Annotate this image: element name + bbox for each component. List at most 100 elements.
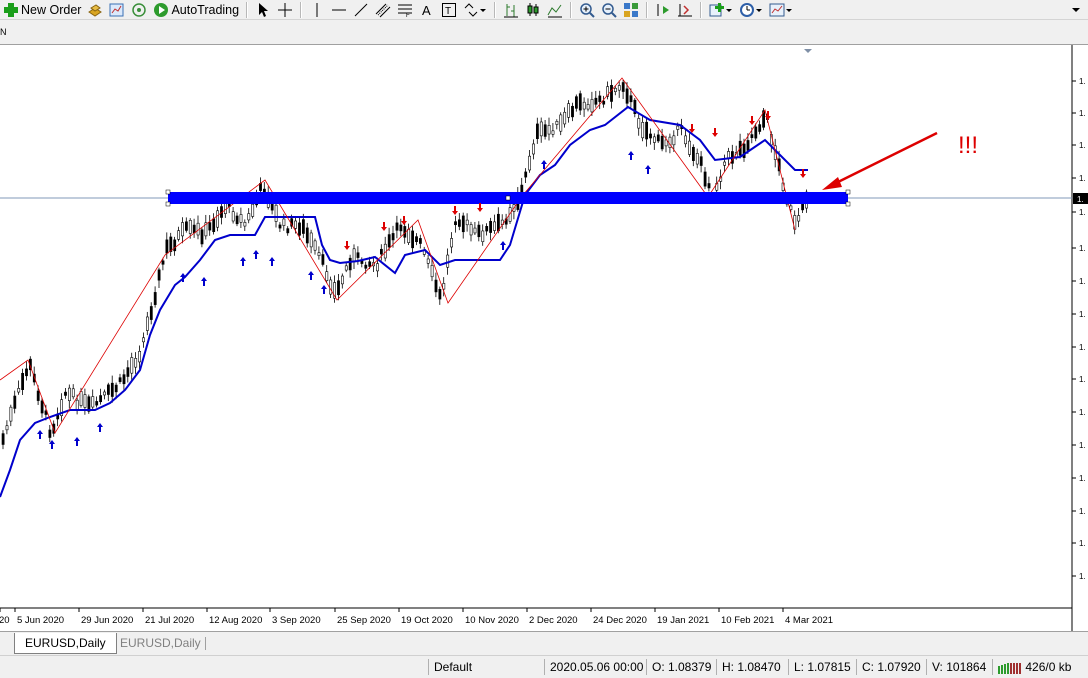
bear-candle bbox=[348, 257, 352, 271]
crosshair-tool[interactable] bbox=[274, 1, 296, 19]
text-tool[interactable]: A bbox=[416, 1, 438, 19]
bull-candle bbox=[376, 263, 379, 272]
zoom-in-button[interactable] bbox=[576, 1, 598, 19]
tab-eurusd-daily[interactable]: EURUSD,Daily bbox=[110, 633, 211, 653]
market-watch-button[interactable] bbox=[84, 1, 106, 19]
bear-candle bbox=[524, 171, 528, 178]
bear-candle bbox=[185, 221, 188, 231]
fibonacci-tool[interactable]: F bbox=[394, 1, 416, 19]
zoom-out-button[interactable] bbox=[598, 1, 620, 19]
cursor-tool[interactable] bbox=[252, 1, 274, 19]
bear-candle bbox=[169, 236, 173, 252]
candlestick-button[interactable] bbox=[522, 1, 544, 19]
templates-dropdown[interactable] bbox=[766, 1, 796, 19]
price-axis-label: 1. bbox=[1079, 441, 1086, 450]
price-axis-label: 1. bbox=[1079, 174, 1086, 183]
channel-tool[interactable] bbox=[372, 1, 394, 19]
tile-windows-button[interactable] bbox=[620, 1, 642, 19]
bull-candle bbox=[352, 248, 356, 263]
bear-candle bbox=[415, 236, 418, 243]
vertical-line-tool[interactable] bbox=[306, 1, 328, 19]
chart-shift-icon bbox=[655, 2, 671, 18]
band-handle bbox=[165, 189, 171, 195]
history-button[interactable] bbox=[106, 1, 128, 19]
bull-candle bbox=[83, 394, 87, 408]
connection-bars-icon bbox=[998, 662, 1022, 674]
bear-candle bbox=[535, 123, 539, 139]
bull-candle bbox=[71, 388, 75, 398]
time-axis-label: 19 Jan 2021 bbox=[657, 615, 709, 626]
time-axis-label: 5 Jun 2020 bbox=[17, 615, 64, 626]
new-order-button[interactable]: New Order bbox=[0, 1, 84, 19]
time-axis-label: 3 Sep 2020 bbox=[272, 615, 321, 626]
bull-candle bbox=[325, 271, 329, 281]
bear-candle bbox=[157, 269, 161, 281]
bear-candle bbox=[391, 233, 395, 241]
bull-candle bbox=[797, 215, 801, 222]
main-toolbar: New Order AutoTrading F A T bbox=[0, 0, 1088, 20]
bar-chart-button[interactable] bbox=[500, 1, 522, 19]
periods-dropdown[interactable] bbox=[736, 1, 766, 19]
bear-candle bbox=[21, 372, 25, 390]
toolbar-separator bbox=[246, 1, 249, 18]
chevron-down-icon bbox=[1071, 2, 1081, 18]
toolbar-separator bbox=[700, 1, 703, 18]
bear-candle bbox=[36, 390, 40, 401]
tab-eurusd-daily-active[interactable]: EURUSD,Daily bbox=[14, 633, 117, 654]
price-axis-label: 1. bbox=[1079, 343, 1086, 352]
bear-candle bbox=[578, 93, 582, 111]
bear-candle bbox=[457, 219, 461, 227]
bear-candle bbox=[379, 248, 383, 255]
time-axis-label: 20 bbox=[0, 615, 10, 626]
bear-candle bbox=[660, 135, 664, 150]
trendline-tool[interactable] bbox=[350, 1, 372, 19]
candlestick-icon bbox=[525, 2, 541, 18]
bull-candle bbox=[5, 425, 9, 431]
bull-candle bbox=[138, 351, 142, 363]
bull-candle bbox=[481, 230, 485, 243]
traffic-label: 426/0 kb bbox=[1025, 660, 1072, 674]
time-axis-label: 29 Jun 2020 bbox=[81, 615, 133, 626]
tab-divider bbox=[205, 637, 206, 650]
bear-candle bbox=[149, 306, 153, 320]
signals-button[interactable] bbox=[128, 1, 150, 19]
toolbar-fragment-label: N bbox=[0, 27, 7, 37]
bull-candle bbox=[181, 222, 184, 237]
price-axis-label: 1. bbox=[1079, 375, 1086, 384]
band-handle bbox=[845, 201, 851, 207]
bar-chart-icon bbox=[503, 2, 519, 18]
toolbar-options-button[interactable] bbox=[1068, 1, 1084, 19]
bull-candle bbox=[695, 153, 699, 165]
bear-candle bbox=[758, 124, 762, 132]
indicators-dropdown[interactable] bbox=[706, 1, 736, 19]
price-axis-label: 1. bbox=[1079, 77, 1086, 86]
bull-candle bbox=[317, 252, 321, 256]
bear-candle bbox=[161, 260, 165, 265]
bear-candle bbox=[485, 226, 489, 232]
chart-shift-button[interactable] bbox=[652, 1, 674, 19]
new-order-icon bbox=[3, 2, 19, 18]
bull-candle bbox=[641, 122, 645, 139]
chart-window[interactable]: !!! 1. 1. 1. 1. 1. 1. 1. 1. 1. 1. 1. 1. 1. 1. 1. 1. 1. 20 5… bbox=[0, 45, 1088, 631]
bull-candle bbox=[652, 136, 656, 143]
bull-candle bbox=[551, 130, 555, 135]
chart-window-icon bbox=[109, 2, 125, 18]
bear-candle bbox=[165, 239, 169, 254]
signal-icon bbox=[131, 2, 147, 18]
autoscroll-button[interactable] bbox=[674, 1, 696, 19]
horizontal-line-tool[interactable] bbox=[328, 1, 350, 19]
svg-text:T: T bbox=[445, 6, 451, 17]
arrows-dropdown[interactable] bbox=[460, 1, 490, 19]
bear-candle bbox=[610, 85, 613, 102]
chart-canvas[interactable]: !!! 1. 1. 1. 1. 1. 1. 1. 1. 1. 1. 1. 1. 1. 1. 1. 1. 1. 20 5… bbox=[0, 45, 1088, 631]
auto-trading-button[interactable]: AutoTrading bbox=[150, 1, 242, 19]
bear-candle bbox=[95, 401, 99, 406]
bull-candle bbox=[672, 135, 676, 146]
bear-candle bbox=[746, 140, 750, 151]
bear-candle bbox=[438, 288, 442, 300]
bear-candle bbox=[594, 97, 598, 105]
line-chart-button[interactable] bbox=[544, 1, 566, 19]
bear-candle bbox=[235, 215, 239, 225]
bear-candle bbox=[418, 238, 422, 244]
text-label-tool[interactable]: T bbox=[438, 1, 460, 19]
